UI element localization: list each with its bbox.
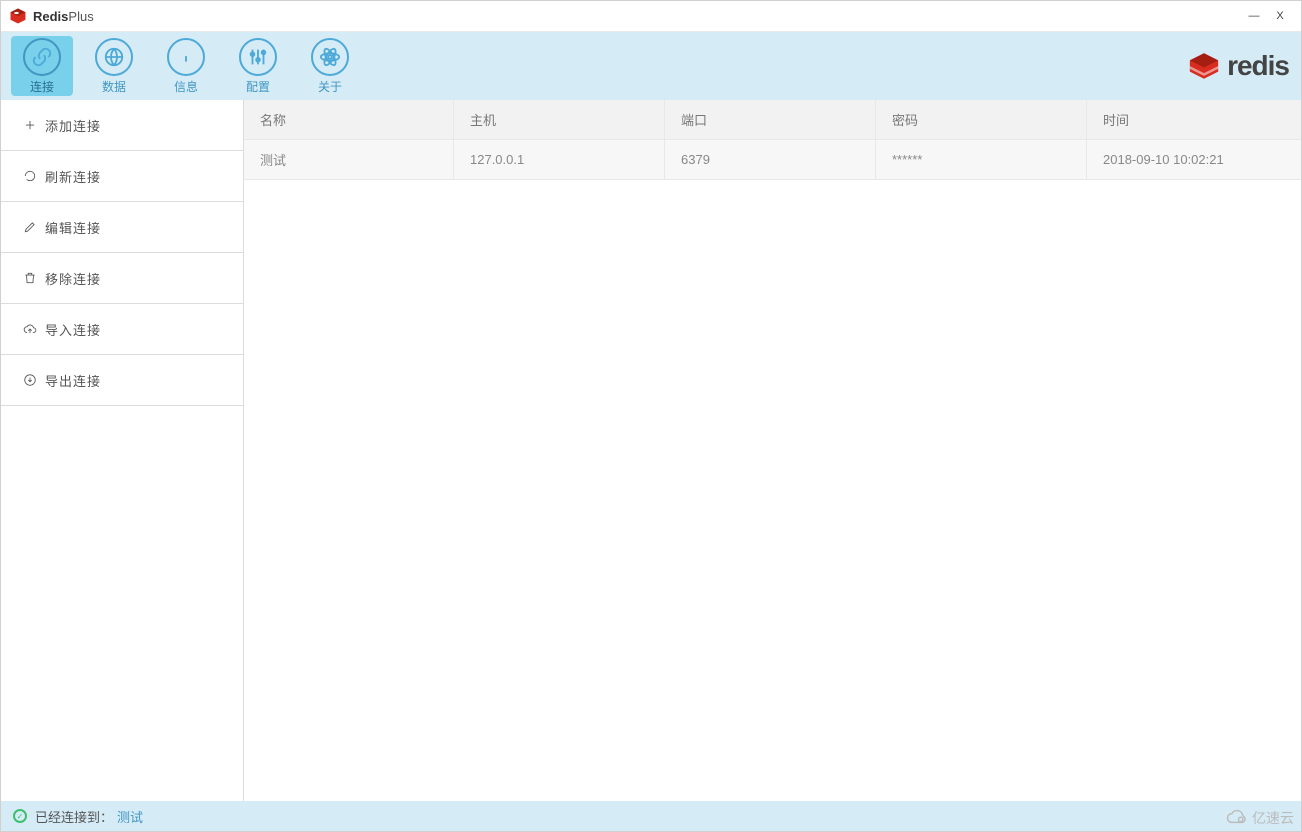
cell-password: ****** (876, 140, 1087, 179)
cloud-upload-icon (23, 322, 37, 336)
minimize-button[interactable]: — (1241, 10, 1267, 22)
globe-icon (95, 38, 133, 76)
col-time[interactable]: 时间 (1087, 100, 1301, 139)
main: 添加连接 刷新连接 编辑连接 移除连接 导入连接 导出连接 名称 主机 端口 密… (1, 100, 1301, 801)
tab-info[interactable]: 信息 (155, 36, 217, 96)
sidebar-item-export[interactable]: 导出连接 (1, 355, 243, 406)
col-name[interactable]: 名称 (244, 100, 454, 139)
col-password[interactable]: 密码 (876, 100, 1087, 139)
sidebar-item-edit[interactable]: 编辑连接 (1, 202, 243, 253)
tab-connection[interactable]: 连接 (11, 36, 73, 96)
status-bar: 已经连接到： 测试 (1, 801, 1301, 831)
cell-time: 2018-09-10 10:02:21 (1087, 140, 1301, 179)
tab-about[interactable]: 关于 (299, 36, 361, 96)
toolbar: 连接 数据 信息 配置 关于 redis (1, 32, 1301, 100)
app-title: RedisPlus (33, 9, 1241, 24)
title-prefix: Redis (33, 9, 68, 24)
trash-icon (23, 271, 37, 285)
watermark: 亿速云 (1226, 808, 1294, 828)
status-target[interactable]: 测试 (117, 807, 143, 826)
cell-name: 测试 (244, 140, 454, 179)
sidebar-item-remove[interactable]: 移除连接 (1, 253, 243, 304)
sidebar-item-add[interactable]: 添加连接 (1, 100, 243, 151)
tab-config[interactable]: 配置 (227, 36, 289, 96)
table-row[interactable]: 测试 127.0.0.1 6379 ****** 2018-09-10 10:0… (244, 140, 1301, 180)
table-header: 名称 主机 端口 密码 时间 (244, 100, 1301, 140)
col-host[interactable]: 主机 (454, 100, 665, 139)
close-button[interactable]: X (1267, 10, 1293, 22)
col-port[interactable]: 端口 (665, 100, 876, 139)
plus-icon (23, 118, 37, 132)
pencil-icon (23, 220, 37, 234)
brand-text: redis (1227, 50, 1289, 82)
sidebar: 添加连接 刷新连接 编辑连接 移除连接 导入连接 导出连接 (1, 100, 244, 801)
tab-data[interactable]: 数据 (83, 36, 145, 96)
title-suffix: Plus (68, 9, 93, 24)
atom-icon (311, 38, 349, 76)
sidebar-item-refresh[interactable]: 刷新连接 (1, 151, 243, 202)
cell-host: 127.0.0.1 (454, 140, 665, 179)
cloud-icon (1226, 810, 1248, 826)
redis-icon (1185, 49, 1223, 83)
content: 名称 主机 端口 密码 时间 测试 127.0.0.1 6379 ****** … (244, 100, 1301, 801)
link-icon (23, 38, 61, 76)
refresh-icon (23, 169, 37, 183)
sidebar-item-import[interactable]: 导入连接 (1, 304, 243, 355)
app-icon (9, 7, 27, 25)
status-label: 已经连接到： (35, 807, 113, 826)
status-ok-icon (13, 809, 27, 823)
info-icon (167, 38, 205, 76)
cell-port: 6379 (665, 140, 876, 179)
download-icon (23, 373, 37, 387)
sliders-icon (239, 38, 277, 76)
brand-logo: redis (1185, 49, 1289, 83)
title-bar: RedisPlus — X (1, 1, 1301, 32)
